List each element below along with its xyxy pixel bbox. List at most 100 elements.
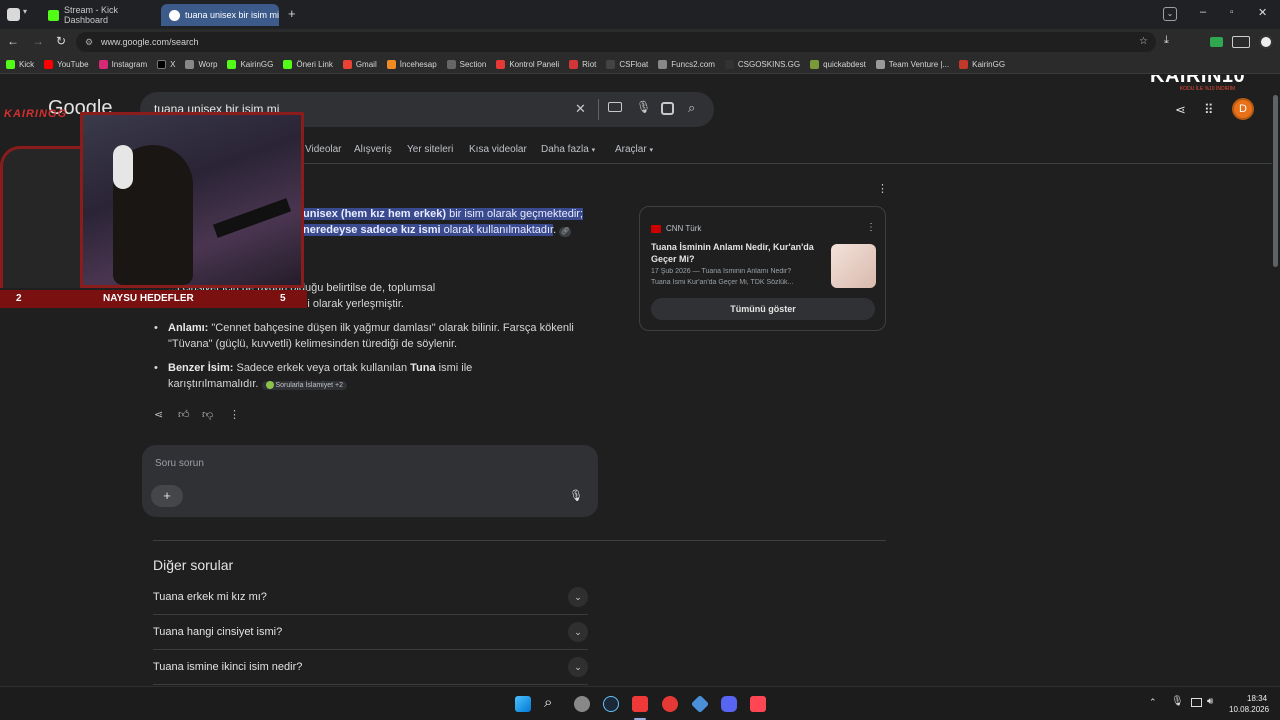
- bookmark-youtube[interactable]: YouTube: [44, 59, 89, 69]
- downloads-icon[interactable]: ⤓: [1164, 34, 1169, 47]
- clock-time[interactable]: 18:34: [1247, 694, 1267, 703]
- source-snippet-2: Tuana İsmi Kur'an'da Geçer Mi, TDK Sözlü…: [651, 279, 794, 286]
- x-icon: [157, 59, 167, 69]
- back-button[interactable]: ←: [7, 34, 19, 48]
- add-attachment-button[interactable]: +: [151, 485, 183, 507]
- bookmark-worp[interactable]: Worp: [185, 59, 217, 69]
- bookmark-quickabdest[interactable]: quickabdest: [810, 59, 866, 69]
- profile-panda-icon[interactable]: [1259, 35, 1273, 49]
- funcs2-icon: [658, 59, 668, 69]
- bookmark-kairingg[interactable]: KairinGG: [227, 59, 273, 69]
- scrollbar[interactable]: [1272, 75, 1280, 686]
- section-divider: [153, 540, 886, 541]
- bookmark-kick[interactable]: Kick: [6, 59, 34, 69]
- apps-grid-icon[interactable]: ⠿: [1204, 102, 1214, 118]
- ask-input[interactable]: Soru sorun: [155, 458, 204, 469]
- account-avatar[interactable]: D: [1232, 98, 1254, 120]
- browser-menu-icon[interactable]: [7, 8, 20, 21]
- bookmark-section[interactable]: Section: [446, 59, 486, 69]
- reload-button[interactable]: ↻: [56, 34, 66, 48]
- question-row[interactable]: Tuana erkek mi kız mı? ⌄: [153, 580, 588, 615]
- chevron-down-icon[interactable]: ⌄: [568, 587, 588, 607]
- tab-search-icon[interactable]: ⌄: [1163, 7, 1177, 21]
- valorant-taskbar-icon[interactable]: [750, 696, 766, 712]
- forward-button[interactable]: →: [32, 34, 44, 48]
- bookmark-csfloat[interactable]: CSFloat: [606, 59, 648, 69]
- bookmark-gmail[interactable]: Gmail: [342, 59, 377, 69]
- thumbs-up-icon[interactable]: 👍︎: [178, 408, 190, 421]
- chrome-taskbar-icon[interactable]: [574, 696, 590, 712]
- ai-highlight-line-2: neredeyse sadece kız ismi olarak kullanı…: [303, 224, 572, 237]
- discord-taskbar-icon[interactable]: [721, 696, 737, 712]
- ask-question-box[interactable]: Soru sorun + 🎙︎: [142, 445, 598, 517]
- bookmark-x[interactable]: X: [157, 59, 175, 69]
- extension-icon[interactable]: [1210, 37, 1223, 47]
- vpn-icon[interactable]: [1232, 36, 1250, 48]
- tab-short-videos[interactable]: Kısa videolar: [469, 144, 527, 155]
- tray-display-icon[interactable]: [1191, 698, 1202, 707]
- chevron-down-icon[interactable]: ⌄: [568, 622, 588, 642]
- new-tab-button[interactable]: +: [288, 6, 296, 21]
- share-icon[interactable]: ⋖: [1175, 102, 1186, 118]
- tab-google-search[interactable]: tuana unisex bir isim mi - G: [161, 4, 279, 26]
- address-bar[interactable]: ⚙ www.google.com/search ☆: [76, 32, 1156, 52]
- bookmark-kairingg-2[interactable]: KairinGG: [959, 59, 1005, 69]
- microphone-icon[interactable]: 🎙︎: [636, 100, 651, 114]
- site-info-icon[interactable]: ⚙: [85, 32, 93, 52]
- source-title[interactable]: Tuana İsminin Anlamı Nedir, Kur'an'da Ge…: [651, 241, 821, 265]
- tab-tools[interactable]: Araçlar ▾: [615, 144, 653, 155]
- show-all-button[interactable]: Tümünü göster: [651, 298, 875, 320]
- share-result-icon[interactable]: ⋖: [154, 408, 163, 421]
- bookmark-funcs2[interactable]: Funcs2.com: [658, 59, 715, 69]
- riot-icon: [569, 59, 579, 69]
- microphone-arm: [212, 198, 292, 238]
- tab-kick-dashboard[interactable]: Stream - Kick Dashboard: [40, 4, 160, 26]
- tray-mic-icon[interactable]: 🎙︎: [1171, 696, 1184, 707]
- bookmark-team-venture[interactable]: Team Venture |...: [875, 59, 949, 69]
- bookmark-kontrol-paneli[interactable]: Kontrol Paneli: [496, 59, 559, 69]
- bookmark-oneri-link[interactable]: Öneri Link: [283, 59, 333, 69]
- ai-overview-more-icon[interactable]: ⋮: [877, 182, 888, 195]
- clear-search-icon[interactable]: ✕: [575, 101, 586, 117]
- keyboard-icon[interactable]: [608, 102, 622, 112]
- question-row[interactable]: Tuana ismine ikinci isim nedir? ⌄: [153, 650, 588, 685]
- chevron-down-icon[interactable]: ⌄: [568, 657, 588, 677]
- more-options-icon[interactable]: ⋮: [229, 408, 240, 421]
- lens-icon[interactable]: [661, 102, 674, 115]
- clock-date[interactable]: 10.08.2026: [1229, 705, 1269, 714]
- source-thumbnail[interactable]: [831, 244, 876, 288]
- tab-videos[interactable]: Videolar: [305, 144, 342, 155]
- source-dot-icon: [265, 381, 274, 390]
- search-taskbar-icon[interactable]: ⌕: [544, 694, 552, 711]
- tab-shopping[interactable]: Alışveriş: [354, 144, 392, 155]
- maximize-button[interactable]: ▫: [1230, 7, 1234, 18]
- thumbs-down-icon[interactable]: 👎︎: [202, 408, 213, 421]
- close-window-button[interactable]: ✕: [1258, 6, 1267, 19]
- ask-microphone-icon[interactable]: 🎙︎: [569, 489, 583, 502]
- headphones-icon: [113, 145, 133, 189]
- link-icon[interactable]: 🔗︎: [559, 227, 572, 237]
- bookmark-riot[interactable]: Riot: [569, 59, 596, 69]
- tray-overflow-icon[interactable]: ⌃: [1149, 697, 1157, 708]
- ai-bullet-similar-name: • Benzer İsim: Sadece erkek veya ortak k…: [154, 362, 473, 390]
- tab-places[interactable]: Yer siteleri: [407, 144, 453, 155]
- bookmark-csgoskins[interactable]: CSGOSKINS.GG: [724, 59, 800, 69]
- question-row[interactable]: Tuana hangi cinsiyet ismi? ⌄: [153, 615, 588, 650]
- source-chip[interactable]: Sorularla İslamiyet +2: [261, 381, 347, 390]
- source-card[interactable]: CNN Türk ⋮ Tuana İsminin Anlamı Nedir, K…: [639, 206, 886, 331]
- bookmark-incehesap[interactable]: İncehesap: [386, 59, 437, 69]
- bookmark-star-icon[interactable]: ☆: [1139, 32, 1148, 52]
- scrollbar-thumb[interactable]: [1273, 95, 1278, 267]
- minimize-button[interactable]: –: [1200, 6, 1206, 18]
- tab-more[interactable]: Daha fazla ▾: [541, 144, 595, 155]
- start-button[interactable]: [515, 696, 531, 712]
- card-more-icon[interactable]: ⋮: [866, 222, 876, 233]
- tray-volume-icon[interactable]: 🔊︎: [1207, 696, 1213, 707]
- network-app-taskbar-icon[interactable]: [690, 694, 710, 714]
- tab-list-chevron-icon[interactable]: ▾: [23, 7, 27, 16]
- vivaldi-taskbar-icon[interactable]: [632, 696, 648, 712]
- steam-taskbar-icon[interactable]: [603, 696, 619, 712]
- bookmark-instagram[interactable]: Instagram: [98, 59, 147, 69]
- app-taskbar-icon[interactable]: [662, 696, 678, 712]
- search-icon[interactable]: ⌕: [688, 100, 695, 116]
